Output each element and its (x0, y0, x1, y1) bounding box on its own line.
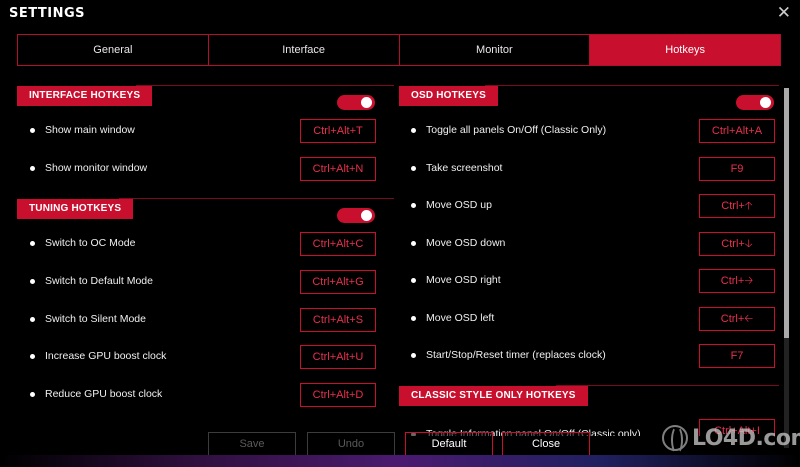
bullet-icon (30, 391, 35, 397)
tab-monitor[interactable]: Monitor (400, 35, 591, 65)
hotkey-label-text: Move OSD right (426, 274, 501, 286)
hotkey-label-text: Switch to OC Mode (45, 237, 136, 249)
scrollbar[interactable] (784, 88, 789, 448)
hotkey-label: Switch to OC Mode (30, 233, 135, 253)
section-title: OSD HOTKEYS (399, 86, 498, 106)
window-title: SETTINGS (9, 6, 86, 21)
hotkey-label-text: Take screenshot (426, 162, 503, 174)
hotkey-show-monitor-window[interactable]: Ctrl+Alt+N (300, 157, 376, 181)
hotkey-label-text: Move OSD down (426, 237, 506, 249)
tuning-hotkeys-toggle[interactable] (337, 208, 375, 223)
bullet-icon (411, 127, 416, 133)
section-title: TUNING HOTKEYS (17, 199, 134, 219)
section-osd-hotkeys: OSD HOTKEYS (399, 85, 779, 106)
section-divider (556, 385, 779, 386)
hotkey-label-text: Switch to Silent Mode (45, 313, 146, 325)
hotkey-show-main-window[interactable]: Ctrl+Alt+T (300, 119, 376, 143)
section-divider (485, 85, 779, 86)
hotkey-silent-mode[interactable]: Ctrl+Alt+S (300, 308, 376, 332)
section-title: CLASSIC STYLE ONLY HOTKEYS (399, 386, 588, 406)
hotkey-label: Toggle all panels On/Off (Classic Only) (411, 120, 606, 140)
watermark-text: LO4D.com (692, 425, 800, 451)
bullet-icon (30, 165, 35, 171)
interface-hotkeys-toggle[interactable] (337, 95, 375, 110)
section-divider (136, 85, 394, 86)
default-button[interactable]: Default (405, 432, 493, 456)
bullet-icon (30, 127, 35, 133)
bullet-icon (411, 352, 416, 358)
hotkey-increase-boost[interactable]: Ctrl+Alt+U (300, 345, 376, 369)
bullet-icon (30, 240, 35, 246)
watermark: LO4D.com (662, 425, 800, 454)
hotkey-label: Start/Stop/Reset timer (replaces clock) (411, 345, 606, 365)
hotkey-label-text: Switch to Default Mode (45, 275, 153, 287)
hotkey-default-mode[interactable]: Ctrl+Alt+G (300, 270, 376, 294)
undo-button[interactable]: Undo (307, 432, 395, 456)
bottom-glow (0, 455, 800, 467)
bullet-icon (411, 315, 416, 321)
bullet-icon (30, 353, 35, 359)
hotkey-label-text: Increase GPU boost clock (45, 350, 167, 362)
hotkey-label: Switch to Silent Mode (30, 309, 146, 329)
hotkey-label-text: Show main window (45, 124, 135, 136)
toggle-knob (760, 97, 771, 108)
section-divider (119, 198, 394, 199)
scrollbar-thumb[interactable] (784, 88, 789, 338)
bullet-icon (411, 277, 416, 283)
title-bar: SETTINGS ✕ (0, 0, 800, 30)
hotkey-screenshot[interactable]: F9 (699, 157, 775, 181)
hotkey-osd-left[interactable]: Ctrl+🡠 (699, 307, 775, 331)
hotkey-label: Show monitor window (30, 158, 147, 178)
settings-tabs: General Interface Monitor Hotkeys (17, 34, 781, 66)
hotkey-osd-down[interactable]: Ctrl+🡣 (699, 232, 775, 256)
hotkey-timer[interactable]: F7 (699, 344, 775, 368)
hotkey-label: Move OSD up (411, 195, 492, 215)
hotkey-toggle-panels[interactable]: Ctrl+Alt+A (699, 119, 775, 143)
section-classic-hotkeys: CLASSIC STYLE ONLY HOTKEYS (399, 385, 779, 406)
bullet-icon (30, 316, 35, 322)
bullet-icon (411, 202, 416, 208)
close-button[interactable]: Close (502, 432, 590, 456)
bullet-icon (411, 165, 416, 171)
bullet-icon (411, 240, 416, 246)
hotkey-reduce-boost[interactable]: Ctrl+Alt+D (300, 383, 376, 407)
hotkey-osd-up[interactable]: Ctrl+🡡 (699, 194, 775, 218)
osd-hotkeys-toggle[interactable] (736, 95, 774, 110)
hotkey-oc-mode[interactable]: Ctrl+Alt+C (300, 232, 376, 256)
hotkey-label: Move OSD right (411, 270, 501, 290)
hotkey-label: Reduce GPU boost clock (30, 384, 162, 404)
toggle-knob (361, 210, 372, 221)
tab-interface[interactable]: Interface (209, 35, 400, 65)
hotkey-label-text: Reduce GPU boost clock (45, 388, 163, 400)
hotkey-label: Increase GPU boost clock (30, 346, 166, 366)
tab-hotkeys[interactable]: Hotkeys (590, 35, 780, 65)
hotkey-label-text: Move OSD up (426, 199, 492, 211)
toggle-knob (361, 97, 372, 108)
hotkey-label-text: Show monitor window (45, 162, 148, 174)
close-icon[interactable]: ✕ (777, 3, 791, 23)
bullet-icon (30, 278, 35, 284)
hotkey-label-text: Start/Stop/Reset timer (replaces clock) (426, 349, 606, 361)
hotkey-label-text: Toggle all panels On/Off (Classic Only) (426, 124, 607, 136)
hotkey-label: Move OSD left (411, 308, 494, 328)
hotkey-label-text: Move OSD left (426, 312, 495, 324)
section-title: INTERFACE HOTKEYS (17, 86, 153, 106)
hotkey-label: Switch to Default Mode (30, 271, 153, 291)
tab-general[interactable]: General (18, 35, 209, 65)
globe-icon (662, 425, 688, 454)
hotkey-label: Move OSD down (411, 233, 505, 253)
hotkey-osd-right[interactable]: Ctrl+🡢 (699, 269, 775, 293)
hotkey-label: Show main window (30, 120, 135, 140)
hotkey-label: Take screenshot (411, 158, 502, 178)
save-button[interactable]: Save (208, 432, 296, 456)
